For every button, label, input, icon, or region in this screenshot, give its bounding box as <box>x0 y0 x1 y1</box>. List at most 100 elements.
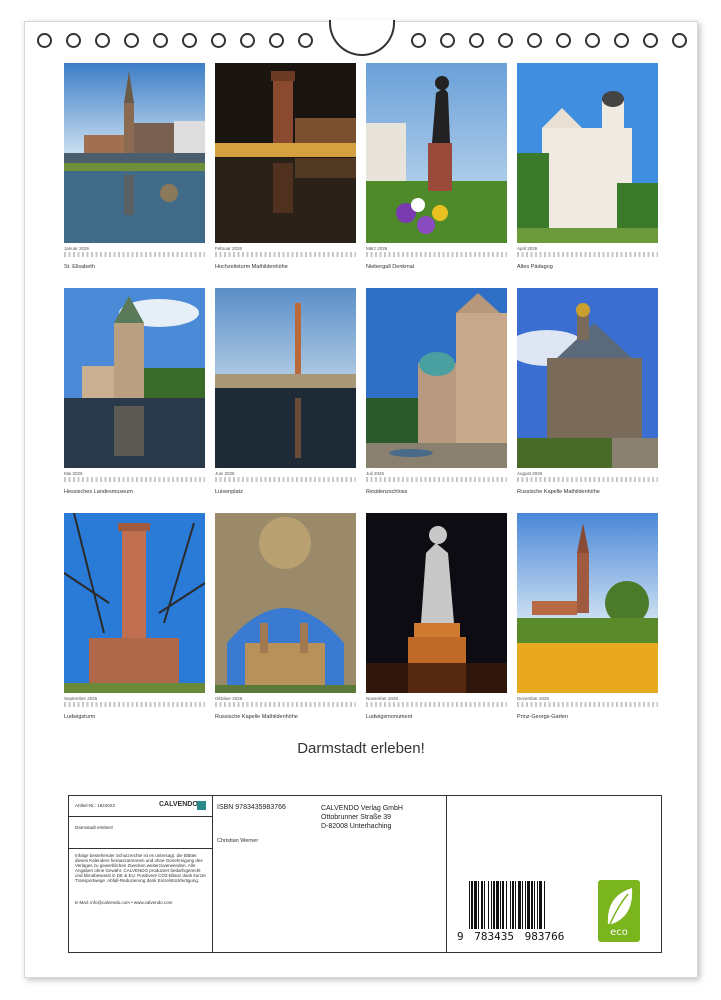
photo-caption: Ludwigsturm <box>64 714 96 720</box>
publisher-city: D-82008 Unterhaching <box>321 823 392 830</box>
barcode-bar <box>527 881 530 929</box>
barcode-bar <box>522 881 523 929</box>
month-label: November 2026 <box>366 696 399 701</box>
photo-caption: Residenzschloss <box>366 489 408 495</box>
photo-caption: Russische Kapelle Mathildenhöhe <box>215 714 298 720</box>
barcode-bar <box>525 881 526 929</box>
isbn: ISBN 9783435983766 <box>217 804 286 811</box>
month-calendar-strip: Dezember 2026 <box>517 694 658 708</box>
photo-niebergall-denkmal <box>366 63 507 243</box>
month-label: April 2026 <box>517 246 538 251</box>
photo-residenzschloss <box>366 288 507 468</box>
calvendo-logo: CALVENDO <box>159 801 198 808</box>
month-label: September 2026 <box>64 696 98 701</box>
eco-badge: eco <box>598 880 640 942</box>
barcode-digit-group-1: 783435 <box>474 930 514 943</box>
barcode-bar <box>484 881 485 929</box>
barcode-bar <box>515 881 516 929</box>
month-label: Januar 2026 <box>64 246 90 251</box>
barcode-bar <box>544 881 545 929</box>
month-calendar-strip: Mai 2026 <box>64 469 205 483</box>
photo-landesmuseum <box>64 288 205 468</box>
photo-caption: Prinz-Georgs-Garten <box>517 714 569 720</box>
isbn-barcode <box>469 881 545 929</box>
binding-ring <box>240 33 255 48</box>
barcode-bar <box>471 881 473 929</box>
barcode-bar <box>534 881 535 929</box>
binding-ring <box>66 33 81 48</box>
barcode-bar <box>512 881 514 929</box>
binding-ring <box>556 33 571 48</box>
binding-ring <box>672 33 687 48</box>
month-calendar-strip: Januar 2026 <box>64 244 205 258</box>
barcode-bar <box>506 881 507 929</box>
binding-ring <box>124 33 139 48</box>
photo-caption: Russische Kapelle Mathildenhöhe <box>517 489 600 495</box>
binding-ring <box>153 33 168 48</box>
binding-ring <box>643 33 658 48</box>
month-calendar-strip: Februar 2026 <box>215 244 356 258</box>
short-title: Darmstadt erleben! <box>75 825 114 830</box>
photo-ludwigsturm <box>64 513 205 693</box>
month-label: Juli 2026 <box>366 471 385 476</box>
barcode-bar <box>491 881 492 929</box>
barcode-bar <box>537 881 538 929</box>
barcode-bar <box>474 881 477 929</box>
eco-label: eco <box>610 927 628 938</box>
calvendo-logo-mark <box>197 801 206 810</box>
month-calendar-strip: November 2026 <box>366 694 507 708</box>
photo-caption: Hochzeitsturm Mathildenhöhe <box>215 264 288 270</box>
barcode-bar <box>539 881 542 929</box>
month-calendar-strip: Juli 2026 <box>366 469 507 483</box>
binding-ring <box>211 33 226 48</box>
photo-caption: St. Elisabeth <box>64 264 95 270</box>
month-label: Juni 2026 <box>215 471 235 476</box>
month-label: Oktober 2026 <box>215 696 243 701</box>
publisher-name: CALVENDO Verlag GmbH <box>321 805 403 812</box>
barcode-bar <box>500 881 501 929</box>
publisher-street: Ottobrunner Straße 39 <box>321 814 392 821</box>
barcode-bar <box>493 881 495 929</box>
photo-luisenplatz <box>215 288 356 468</box>
photo-caption: Hessisches Landesmuseum <box>64 489 133 495</box>
month-label: Mai 2026 <box>64 471 83 476</box>
month-calendar-strip: Oktober 2026 <box>215 694 356 708</box>
photo-kapelle-durch-bogen <box>215 513 356 693</box>
month-calendar-strip: Juni 2026 <box>215 469 356 483</box>
back-cover-info-box: Artikel-Nr.: 1824023 CALVENDO Darmstadt … <box>68 795 662 953</box>
month-calendar-strip: September 2026 <box>64 694 205 708</box>
photo-caption: Ludwigsmonument <box>366 714 413 720</box>
binding-ring <box>614 33 629 48</box>
binding-ring <box>440 33 455 48</box>
month-calendar-strip: April 2026 <box>517 244 658 258</box>
binding-ring <box>469 33 484 48</box>
barcode-bar <box>488 881 489 929</box>
month-calendar-strip: März 2026 <box>366 244 507 258</box>
binding-ring <box>37 33 52 48</box>
contact-line: E-Mail: info@calvendo.com • www.calvendo… <box>75 900 173 905</box>
binding-rings <box>25 20 697 62</box>
barcode-bar <box>478 881 479 929</box>
binding-ring <box>527 33 542 48</box>
legal-notice: Infolge bestehender Schutzrechte ist es … <box>75 853 207 883</box>
photo-altes-paedagog <box>517 63 658 243</box>
photo-ludwigsmonument <box>366 513 507 693</box>
barcode-bar <box>518 881 521 929</box>
binding-ring <box>498 33 513 48</box>
photo-st-elisabeth <box>64 63 205 243</box>
publisher-column: ISBN 9783435983766 Christian Werner CALV… <box>213 796 447 952</box>
binding-ring <box>585 33 600 48</box>
photo-caption: Luisenplatz <box>215 489 243 495</box>
barcode-digit-group-2: 983766 <box>524 930 565 943</box>
photo-prinz-georgs-garten <box>517 513 658 693</box>
hanger-hook <box>329 20 395 56</box>
month-label: Februar 2026 <box>215 246 243 251</box>
barcode-column: 9 783435 983766 eco <box>447 796 661 952</box>
barcode-bar <box>510 881 511 929</box>
barcode-bar <box>502 881 504 929</box>
barcode-bar <box>531 881 533 929</box>
binding-ring <box>298 33 313 48</box>
barcode-bar <box>469 881 470 929</box>
binding-ring <box>411 33 426 48</box>
calendar-back-page: Januar 2026 St. Elisabeth Februar 2026 H… <box>24 20 698 978</box>
